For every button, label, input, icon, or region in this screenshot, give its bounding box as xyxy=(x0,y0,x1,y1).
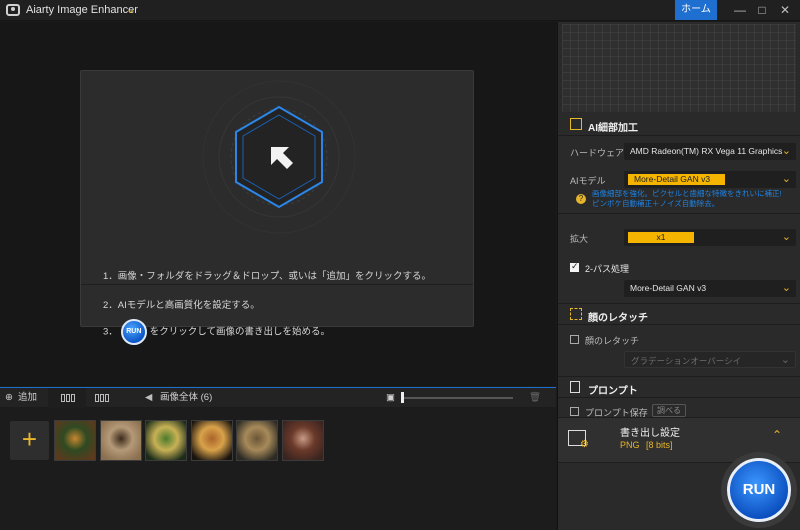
export-bits: [8 bits] xyxy=(646,440,673,450)
thumbnail-butterfly[interactable] xyxy=(99,420,142,461)
thumbnail-forest[interactable] xyxy=(145,420,187,461)
chevron-down-icon: ⌄ xyxy=(781,173,791,185)
face-section-header: 顔のレタッチ xyxy=(558,303,800,325)
prompt-save-checkbox[interactable] xyxy=(570,407,579,416)
twopass-checkbox[interactable] xyxy=(570,261,579,272)
title-bar: Aiarty Image Enhancer ⌄ ホーム — □ ✕ xyxy=(0,0,800,21)
help-icon[interactable]: ? xyxy=(576,194,586,204)
image-icon: ▣ xyxy=(386,392,395,403)
home-button[interactable]: ホーム xyxy=(675,0,717,20)
model-select[interactable]: More-Detail GAN v3 ⌄ xyxy=(624,171,796,188)
divider xyxy=(558,213,800,214)
app-title: Aiarty Image Enhancer xyxy=(26,4,138,16)
export-title: 書き出し設定 xyxy=(620,428,680,439)
thumbnail-toolbar: ⊕ 追加 ◀ 画像全体 (6) ▣ 🗑 xyxy=(0,387,556,408)
run-button[interactable]: RUN xyxy=(727,458,791,522)
face-checkbox-label: 顔のレタッチ xyxy=(585,336,640,346)
trash-icon[interactable]: 🗑 xyxy=(529,388,541,408)
preview-area[interactable]: 1．画像・フォルダをドラッグ＆ドロップ、或いは「追加」をクリックする。 2．AI… xyxy=(0,22,556,386)
step-3-prefix: 3． xyxy=(103,326,118,338)
twopass-value: More-Detail GAN v3 xyxy=(630,283,707,293)
hardware-label: ハードウェア xyxy=(570,148,625,158)
ai-enhance-icon xyxy=(570,118,582,130)
thumbnail-woman[interactable] xyxy=(281,420,324,461)
step-2-text: 2．AIモデルと高画質化を設定する。 xyxy=(103,300,260,311)
list-view-icon[interactable] xyxy=(95,394,109,402)
thumbnail-tiger[interactable] xyxy=(54,420,96,461)
ai-section-header: AI細部加工 xyxy=(558,114,800,136)
scale-value: x1 xyxy=(628,232,694,243)
add-plus-icon[interactable]: ⊕ xyxy=(5,388,13,408)
scale-label: 拡大 xyxy=(570,234,589,244)
twopass-label: 2-パス処理 xyxy=(585,264,630,274)
model-value: More-Detail GAN v3 xyxy=(628,174,725,185)
step-1-text: 1．画像・フォルダをドラッグ＆ドロップ、或いは「追加」をクリックする。 xyxy=(103,271,431,282)
document-icon xyxy=(570,381,580,393)
prompt-section-header: プロンプト xyxy=(558,376,800,398)
face-section-title: 顔のレタッチ xyxy=(588,313,648,324)
export-format: PNG xyxy=(620,440,640,450)
minimize-button[interactable]: — xyxy=(731,2,749,18)
hardware-value: AMD Radeon(TM) RX Vega 11 Graphics xyxy=(630,146,783,156)
chevron-down-icon: ⌄ xyxy=(780,354,790,366)
zoom-slider[interactable] xyxy=(403,397,513,399)
add-image-tile[interactable]: + xyxy=(10,421,49,460)
chevron-down-icon: ⌄ xyxy=(781,282,791,294)
preview-grid xyxy=(562,24,796,112)
drop-hexagon-icon xyxy=(202,80,356,234)
model-label: AIモデル xyxy=(570,176,606,186)
export-settings[interactable]: ⚙ 書き出し設定 PNG [8 bits] ⌃ xyxy=(558,417,800,463)
chevron-down-icon: ⌄ xyxy=(781,145,791,157)
thumbnail-warrior[interactable] xyxy=(236,420,278,461)
prompt-section-title: プロンプト xyxy=(588,386,638,397)
export-settings-icon: ⚙ xyxy=(568,430,589,450)
face-checkbox[interactable] xyxy=(570,335,579,344)
whole-image-label[interactable]: 画像全体 (6) xyxy=(160,388,212,408)
settings-panel: AI細部加工 ハードウェア AMD Radeon(TM) RX Vega 11 … xyxy=(557,22,800,530)
ai-section-title: AI細部加工 xyxy=(588,123,638,134)
model-desc-1: 画像細部を強化。ピクセルと歯細な特徴をきれいに補正! xyxy=(592,189,782,198)
chevron-down-icon[interactable]: ⌄ xyxy=(126,3,135,16)
expand-icon[interactable]: ⌃ xyxy=(772,428,782,442)
chevron-down-icon: ⌄ xyxy=(781,231,791,243)
face-select-value: グラデーションオーバーシイ xyxy=(631,356,742,366)
prompt-edit-button[interactable]: 調べる xyxy=(652,404,686,417)
hardware-select[interactable]: AMD Radeon(TM) RX Vega 11 Graphics ⌄ xyxy=(624,143,796,160)
close-button[interactable]: ✕ xyxy=(776,2,794,18)
back-arrow-icon[interactable]: ◀ xyxy=(145,388,152,408)
add-button[interactable]: 追加 xyxy=(18,388,37,408)
run-mini-icon: RUN xyxy=(120,319,147,345)
drop-zone[interactable]: 1．画像・フォルダをドラッグ＆ドロップ、或いは「追加」をクリックする。 2．AI… xyxy=(80,70,474,345)
zoom-slider-handle[interactable] xyxy=(401,392,404,403)
grid-view-icon[interactable] xyxy=(61,394,75,402)
face-select[interactable]: グラデーションオーバーシイ ⌄ xyxy=(624,351,796,368)
thumbnail-burger[interactable] xyxy=(190,420,233,461)
step-3-suffix: をクリックして画像の書き出しを始める。 xyxy=(149,326,331,338)
thumbnail-strip: + xyxy=(0,408,556,530)
twopass-select[interactable]: More-Detail GAN v3 ⌄ xyxy=(624,280,796,297)
maximize-button[interactable]: □ xyxy=(753,2,771,18)
face-icon xyxy=(570,308,582,320)
divider xyxy=(81,284,473,285)
scale-select[interactable]: x1 ⌄ xyxy=(624,229,796,246)
app-logo-icon xyxy=(6,4,20,16)
model-desc-2: ピンボケ自動補正＋ノイズ自動除去。 xyxy=(592,199,720,208)
step-3-text: 3． RUN をクリックして画像の書き出しを始める。 xyxy=(103,319,330,345)
